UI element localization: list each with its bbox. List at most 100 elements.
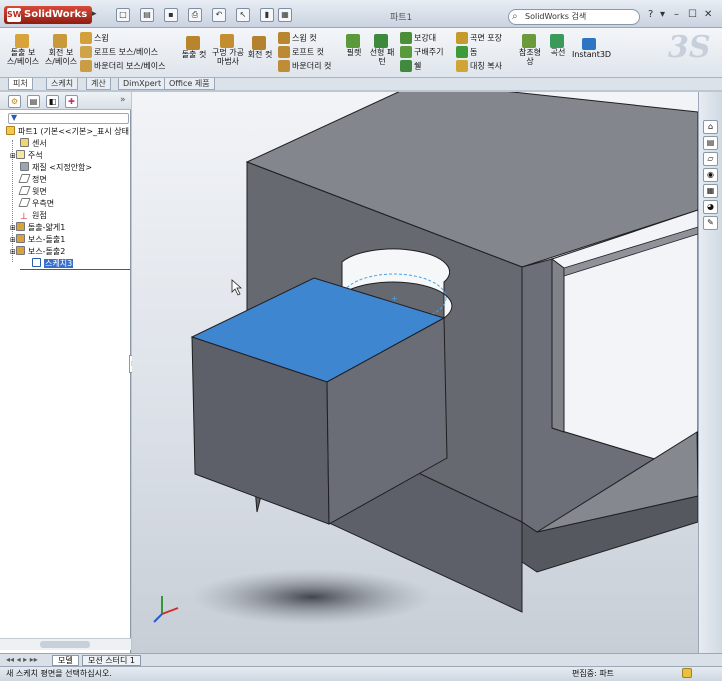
- extruded-boss-button[interactable]: 돌출 보스/베이스: [6, 34, 40, 66]
- tab-evaluate[interactable]: 계산: [86, 78, 111, 90]
- search-icon: ⌕: [512, 11, 518, 22]
- solidworks-resources-icon[interactable]: ⌂: [703, 120, 718, 134]
- configuration-manager-tab-icon[interactable]: ◧: [46, 95, 59, 108]
- model-canvas[interactable]: ⌕ ⌕ ✎ ◩ ◫ ◧ ◔ ◐ ◉ +: [132, 92, 698, 653]
- fillet-button[interactable]: 필렛: [344, 34, 364, 57]
- file-explorer-icon[interactable]: ▱: [703, 152, 718, 166]
- tab-dimxpert[interactable]: DimXpert: [118, 78, 167, 90]
- instant3d-label: Instant3D: [572, 50, 612, 59]
- extruded-cut-button[interactable]: 돌출 컷: [178, 36, 210, 59]
- feature-icon: [15, 234, 25, 243]
- extruded-cut-label: 돌출 컷: [181, 50, 207, 59]
- help-dropdown-button[interactable]: ▾: [660, 9, 665, 20]
- help-button[interactable]: ?: [648, 9, 653, 20]
- boundary-boss-button[interactable]: 바운더리 보스/베이스: [80, 60, 165, 72]
- tree-item-label: 정면: [32, 175, 47, 184]
- hole-wizard-icon: [220, 34, 234, 48]
- tab-motion-study-1[interactable]: 모션 스터디 1: [82, 655, 141, 666]
- shell-button[interactable]: 쉘: [400, 60, 421, 72]
- open-icon[interactable]: ▤: [140, 8, 154, 22]
- instant3d-icon: [582, 38, 596, 50]
- tab-model[interactable]: 모델: [52, 655, 79, 666]
- tree-item-label: 돌출-얇게1: [27, 223, 66, 232]
- close-button[interactable]: ✕: [704, 9, 712, 20]
- tab-office-products[interactable]: Office 제품: [164, 78, 215, 90]
- sweep-cut-button[interactable]: 스윕 컷: [278, 32, 317, 44]
- rebuild-icon[interactable]: ▮: [260, 8, 274, 22]
- tree-item-right-plane[interactable]: 우측면: [18, 198, 54, 209]
- dimxpert-manager-tab-icon[interactable]: ✚: [65, 95, 78, 108]
- loft-cut-button[interactable]: 로프트 컷: [278, 46, 324, 58]
- maximize-button[interactable]: ☐: [688, 9, 697, 20]
- graphics-area[interactable]: ⌕ ⌕ ✎ ◩ ◫ ◧ ◔ ◐ ◉ +: [132, 92, 698, 653]
- tree-item-label: 원점: [32, 211, 47, 220]
- expand-icon: ⊞: [10, 224, 16, 232]
- tree-item-annotations[interactable]: ⊞ 주석: [10, 150, 43, 162]
- tree-item-boss-extrude2[interactable]: ⊞ 보스-돌출2: [10, 246, 65, 258]
- sweep-button[interactable]: 스윕: [80, 32, 109, 44]
- curves-button[interactable]: 곡선: [548, 34, 568, 57]
- tree-item-origin[interactable]: ⊥ 원점: [20, 210, 47, 222]
- custom-properties-icon[interactable]: ✎: [703, 216, 718, 230]
- feature-manager-tab-icon[interactable]: ⚙: [8, 95, 21, 108]
- coordinate-triad-icon: [153, 596, 179, 623]
- document-title: 파트1: [390, 13, 413, 23]
- boundary-cut-label: 바운더리 컷: [292, 61, 332, 71]
- linear-pattern-button[interactable]: 선형 패턴: [368, 34, 396, 66]
- minimize-button[interactable]: –: [674, 9, 679, 20]
- search-results-icon[interactable]: ◉: [703, 168, 718, 182]
- wrap-button[interactable]: 곡면 포장: [456, 32, 502, 44]
- draft-button[interactable]: 구배주기: [400, 46, 443, 58]
- horizontal-scrollbar[interactable]: [0, 638, 131, 650]
- bracket-window-side: [551, 258, 565, 433]
- revolved-boss-button[interactable]: 회전 보스/베이스: [44, 34, 78, 66]
- rebuild-status-icon[interactable]: [682, 668, 692, 678]
- tree-item-boss-extrude1[interactable]: ⊞ 보스-돌출1: [10, 234, 65, 246]
- solidworks-logo[interactable]: SW SolidWorks: [4, 6, 92, 24]
- tree-item-front-plane[interactable]: 정면: [18, 174, 47, 185]
- tree-filter-input[interactable]: ▼: [8, 113, 129, 124]
- tree-item-sketch3[interactable]: 스케치3: [32, 258, 74, 269]
- tab-scroll-arrows-icon[interactable]: ◂◂ ◂ ▸ ▸▸: [6, 655, 38, 664]
- options-icon[interactable]: ▦: [278, 8, 292, 22]
- view-palette-icon[interactable]: ▦: [703, 184, 718, 198]
- status-message: 새 스케치 평면을 선택하십시오.: [6, 669, 112, 678]
- mirror-icon: [456, 60, 468, 72]
- tab-features[interactable]: 피처: [8, 78, 33, 90]
- save-icon[interactable]: ▪: [164, 8, 178, 22]
- plane-icon: [18, 186, 31, 195]
- menu-arrow-icon[interactable]: ▸: [92, 9, 97, 19]
- rib-button[interactable]: 보강대: [400, 32, 436, 44]
- loft-boss-button[interactable]: 로프트 보스/베이스: [80, 46, 158, 58]
- hole-wizard-button[interactable]: 구멍 가공 마법사: [212, 34, 244, 66]
- revolved-cut-button[interactable]: 회전 컷: [244, 36, 276, 59]
- tree-root-part[interactable]: 파트1 (기본<<기본>_표시 상태: [6, 126, 129, 137]
- select-icon[interactable]: ↖: [236, 8, 250, 22]
- sketch-icon: [32, 258, 41, 267]
- search-input[interactable]: ⌕ SolidWorks 검색: [508, 9, 640, 25]
- tree-item-top-plane[interactable]: 윗면: [18, 186, 47, 197]
- mirror-button[interactable]: 대칭 복사: [456, 60, 502, 72]
- appearances-icon[interactable]: ◕: [703, 200, 718, 214]
- undo-icon[interactable]: ↶: [212, 8, 226, 22]
- tab-sketch[interactable]: 스케치: [46, 78, 79, 90]
- design-library-icon[interactable]: ▤: [703, 136, 718, 150]
- tree-item-sensors[interactable]: 센서: [20, 138, 47, 149]
- scrollbar-thumb[interactable]: [40, 641, 90, 648]
- tree-item-material[interactable]: 재질 <지정안함>: [20, 162, 92, 173]
- status-bar: 새 스케치 평면을 선택하십시오. 편집중: 파트: [0, 666, 722, 681]
- print-icon[interactable]: ⎙: [188, 8, 202, 22]
- ground-shadow: [192, 569, 432, 625]
- panel-expand-icon[interactable]: »: [120, 95, 126, 105]
- instant3d-button[interactable]: Instant3D: [572, 38, 612, 59]
- dome-button[interactable]: 돔: [456, 46, 477, 58]
- reference-geometry-button[interactable]: 참조형상: [516, 34, 544, 66]
- bottom-tab-bar: ◂◂ ◂ ▸ ▸▸ 모델 모션 스터디 1: [0, 653, 722, 666]
- tree-item-thin-extrude1[interactable]: ⊞ 돌출-얇게1: [10, 222, 65, 234]
- property-manager-tab-icon[interactable]: ▤: [27, 95, 40, 108]
- new-icon[interactable]: □: [116, 8, 130, 22]
- boundary-cut-button[interactable]: 바운더리 컷: [278, 60, 331, 72]
- rollback-bar[interactable]: [20, 269, 130, 270]
- mouse-cursor-icon: [231, 279, 243, 296]
- draft-icon: [400, 46, 412, 58]
